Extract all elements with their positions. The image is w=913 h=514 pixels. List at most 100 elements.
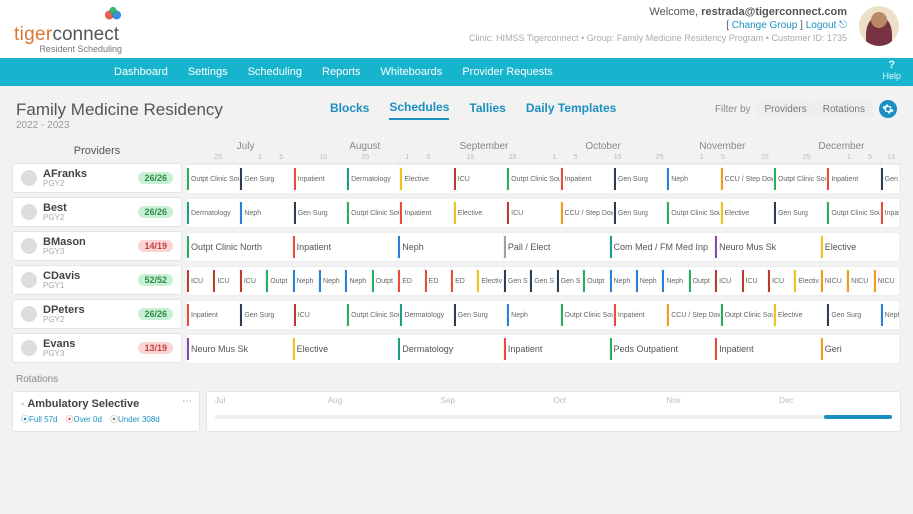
schedule-block[interactable]: ICU bbox=[742, 267, 768, 295]
schedule-block[interactable]: Inpatient bbox=[827, 165, 880, 193]
schedule-block[interactable]: Inpatient bbox=[614, 301, 667, 329]
schedule-block[interactable]: ICU bbox=[768, 267, 794, 295]
schedule-block[interactable]: CCU / Step Down bbox=[721, 165, 774, 193]
schedule-block[interactable]: Gen Surg bbox=[454, 301, 507, 329]
schedule-block[interactable]: Inpatient bbox=[715, 335, 821, 363]
schedule-block[interactable]: Outpt Clinic South bbox=[347, 199, 400, 227]
schedule-block[interactable]: Neuro Mus Sk bbox=[715, 233, 821, 261]
schedule-block[interactable]: Outpt Clinic South bbox=[827, 199, 880, 227]
schedule-block[interactable]: Outpt bbox=[372, 267, 398, 295]
schedule-block[interactable]: Neph bbox=[667, 165, 720, 193]
tab-schedules[interactable]: Schedules bbox=[389, 100, 449, 120]
schedule-block[interactable]: Neph bbox=[240, 199, 293, 227]
schedule-block[interactable]: NICU bbox=[874, 267, 900, 295]
schedule-block[interactable]: ED bbox=[398, 267, 424, 295]
schedule-block[interactable]: Neph bbox=[881, 301, 900, 329]
schedule-block[interactable]: Elective bbox=[721, 199, 774, 227]
schedule-block[interactable]: Gen S bbox=[557, 267, 583, 295]
logout-icon[interactable]: ⎋ bbox=[839, 20, 847, 31]
schedule-block[interactable]: Inpatient bbox=[187, 301, 240, 329]
schedule-block[interactable]: Outpt Clinic South bbox=[187, 165, 240, 193]
schedule-block[interactable]: Peds Outpatient bbox=[610, 335, 716, 363]
schedule-block[interactable]: Neph bbox=[507, 301, 560, 329]
schedule-block[interactable]: Neph bbox=[610, 267, 636, 295]
tab-tallies[interactable]: Tallies bbox=[469, 101, 505, 119]
schedule-block[interactable]: Gen Surg bbox=[294, 199, 347, 227]
schedule-block[interactable]: Outpt Clinic South bbox=[507, 165, 560, 193]
schedule-block[interactable]: Gen Surg bbox=[774, 199, 827, 227]
schedule-block[interactable]: Outpt Clinic North bbox=[187, 233, 293, 261]
provider-card[interactable]: BMason PGY3 14/19 bbox=[12, 231, 182, 261]
nav-settings[interactable]: Settings bbox=[188, 66, 228, 78]
schedule-block[interactable]: Dermatology bbox=[400, 301, 453, 329]
schedule-block[interactable]: Dermatology bbox=[398, 335, 504, 363]
schedule-block[interactable]: Outpt Clinic South bbox=[721, 301, 774, 329]
schedule-block[interactable]: ICU bbox=[240, 267, 266, 295]
schedule-block[interactable]: Electiv bbox=[477, 267, 503, 295]
schedule-block[interactable]: Gen Sur bbox=[881, 165, 900, 193]
schedule-block[interactable]: NICU bbox=[821, 267, 847, 295]
nav-provider-requests[interactable]: Provider Requests bbox=[462, 66, 553, 78]
nav-whiteboards[interactable]: Whiteboards bbox=[381, 66, 443, 78]
schedule-block[interactable]: Pall / Elect bbox=[504, 233, 610, 261]
schedule-block[interactable]: Elective bbox=[774, 301, 827, 329]
more-icon[interactable]: ⋯ bbox=[182, 396, 193, 407]
schedule-block[interactable]: Gen Surg bbox=[614, 165, 667, 193]
tab-daily-templates[interactable]: Daily Templates bbox=[526, 101, 616, 119]
schedule-block[interactable]: Dermatology bbox=[187, 199, 240, 227]
provider-card[interactable]: Best PGY2 26/26 bbox=[12, 197, 182, 227]
schedule-block[interactable]: Inpatient bbox=[294, 165, 347, 193]
schedule-block[interactable]: Gen Surg bbox=[614, 199, 667, 227]
schedule-block[interactable]: Gen Surg bbox=[240, 301, 293, 329]
schedule-block[interactable]: Gen Surg bbox=[240, 165, 293, 193]
schedule-block[interactable]: ED bbox=[425, 267, 451, 295]
schedule-block[interactable]: Neph bbox=[662, 267, 688, 295]
schedule-block[interactable]: CCU / Step Down bbox=[561, 199, 614, 227]
schedule-block[interactable]: ICU bbox=[213, 267, 239, 295]
schedule-block[interactable]: ICU bbox=[187, 267, 213, 295]
schedule-block[interactable]: ICU bbox=[507, 199, 560, 227]
schedule-block[interactable]: Neph bbox=[293, 267, 319, 295]
help-link[interactable]: ? Help bbox=[882, 60, 901, 81]
schedule-block[interactable]: ICU bbox=[454, 165, 507, 193]
schedule-block[interactable]: Neph bbox=[398, 233, 504, 261]
schedule-block[interactable]: Outpt bbox=[266, 267, 292, 295]
schedule-block[interactable]: Inpatient bbox=[881, 199, 900, 227]
schedule-block[interactable]: Neph bbox=[636, 267, 662, 295]
gear-icon[interactable] bbox=[879, 100, 897, 118]
schedule-block[interactable]: Inpatient bbox=[400, 199, 453, 227]
schedule-block[interactable]: CCU / Step Down bbox=[667, 301, 720, 329]
schedule-block[interactable]: Geri bbox=[821, 335, 900, 363]
provider-card[interactable]: AFranks PGY2 26/26 bbox=[12, 163, 182, 193]
schedule-block[interactable]: Gen S bbox=[504, 267, 530, 295]
nav-scheduling[interactable]: Scheduling bbox=[248, 66, 302, 78]
schedule-block[interactable]: Outpt bbox=[689, 267, 715, 295]
schedule-block[interactable]: Elective bbox=[454, 199, 507, 227]
schedule-block[interactable]: Elective bbox=[400, 165, 453, 193]
schedule-block[interactable]: Outpt Clinic South bbox=[347, 301, 400, 329]
tab-blocks[interactable]: Blocks bbox=[330, 101, 369, 119]
schedule-block[interactable]: ICU bbox=[294, 301, 347, 329]
schedule-block[interactable]: Inpatient bbox=[504, 335, 610, 363]
nav-reports[interactable]: Reports bbox=[322, 66, 361, 78]
schedule-block[interactable]: ICU bbox=[715, 267, 741, 295]
change-group-link[interactable]: Change Group bbox=[732, 20, 798, 31]
schedule-block[interactable]: Inpatient bbox=[293, 233, 399, 261]
schedule-block[interactable]: Elective bbox=[293, 335, 399, 363]
schedule-block[interactable]: Outpt Clinic South bbox=[774, 165, 827, 193]
logout-link[interactable]: Logout bbox=[806, 20, 837, 31]
rotation-card[interactable]: ⋯ ◦ Ambulatory Selective ⦿Full 57d ⦿Over… bbox=[12, 391, 200, 432]
schedule-block[interactable]: Neph bbox=[319, 267, 345, 295]
provider-card[interactable]: DPeters PGY2 26/26 bbox=[12, 299, 182, 329]
schedule-block[interactable]: Outpt Clinic South bbox=[667, 199, 720, 227]
nav-dashboard[interactable]: Dashboard bbox=[114, 66, 168, 78]
filter-chip-rotations[interactable]: Rotations bbox=[815, 101, 873, 118]
avatar[interactable] bbox=[859, 6, 899, 46]
schedule-block[interactable]: Neph bbox=[345, 267, 371, 295]
schedule-block[interactable]: Outpt bbox=[583, 267, 609, 295]
schedule-block[interactable]: Com Med / FM Med Inp bbox=[610, 233, 716, 261]
schedule-block[interactable]: Neuro Mus Sk bbox=[187, 335, 293, 363]
provider-card[interactable]: Evans PGY3 13/19 bbox=[12, 333, 182, 363]
schedule-block[interactable]: Gen S bbox=[530, 267, 556, 295]
filter-chip-providers[interactable]: Providers bbox=[757, 101, 815, 118]
